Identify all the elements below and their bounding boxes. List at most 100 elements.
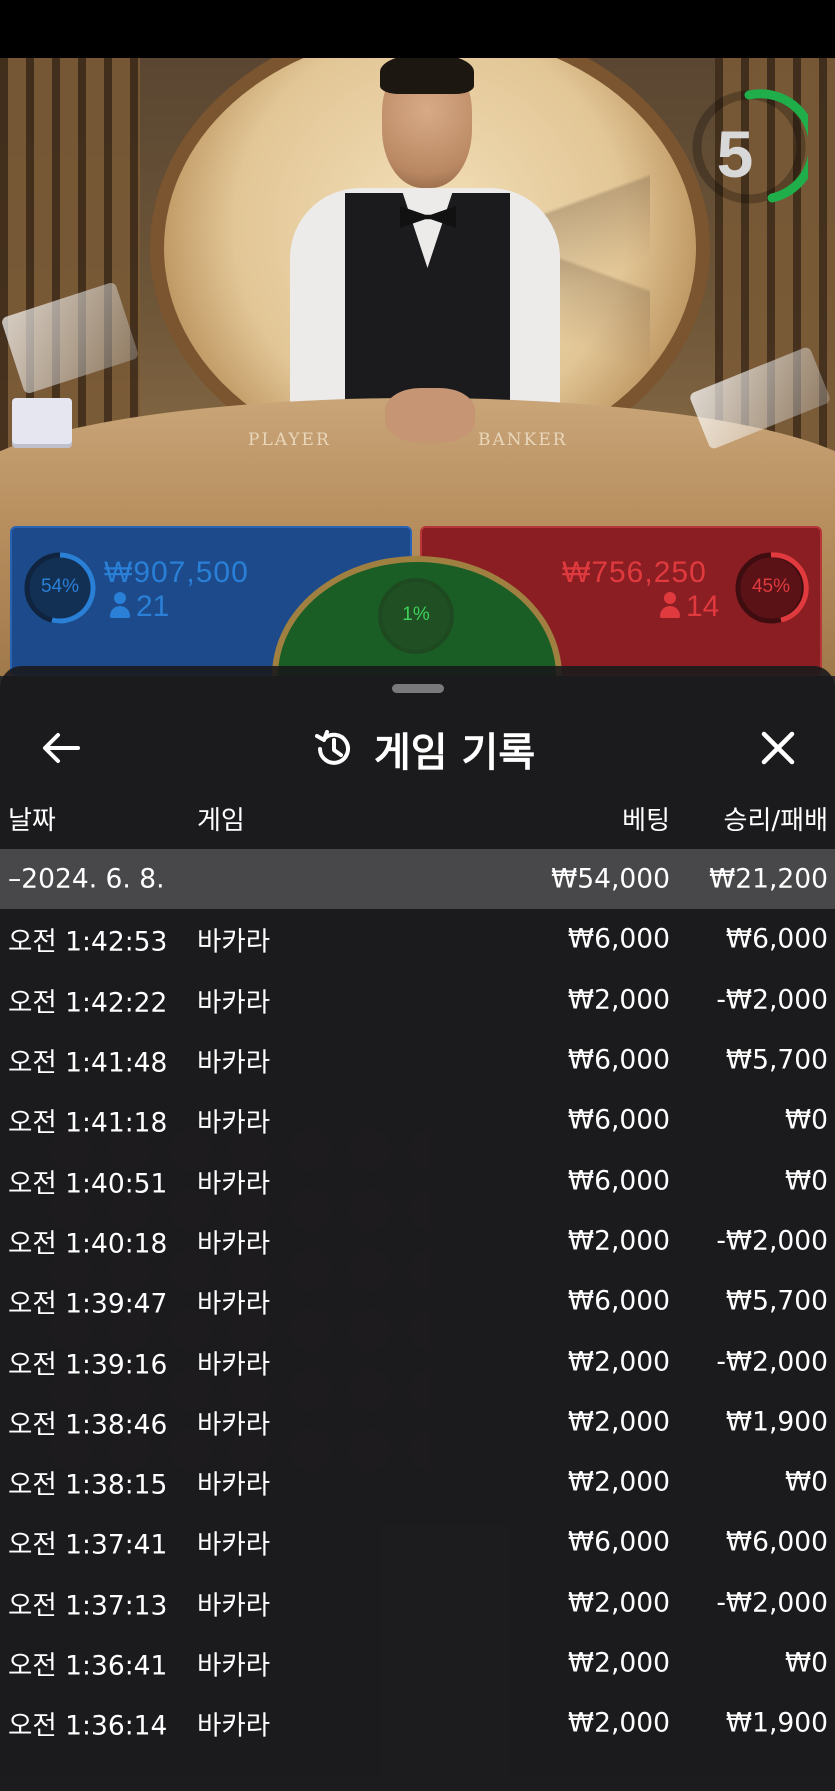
row-game: 바카라: [197, 926, 271, 958]
row-bet: ₩2,000: [567, 1707, 670, 1739]
row-bet: ₩2,000: [567, 1466, 670, 1498]
row-result: -₩2,000: [716, 1225, 828, 1257]
row-time: 오전 1:36:14: [8, 1710, 168, 1742]
banker-stake: ₩756,250: [562, 556, 707, 589]
row-bet: ₩2,000: [567, 1225, 670, 1257]
dealer-hair: [380, 58, 474, 94]
table-row[interactable]: 오전 1:39:47 바카라 ₩6,000 ₩5,700: [0, 1271, 835, 1331]
dealer-hands: [385, 388, 475, 443]
person-icon: [110, 592, 130, 618]
history-table: –2024. 6. 8. ₩54,000 ₩21,200 오전 1:42:53 …: [0, 849, 835, 1753]
summary-bet: ₩54,000: [551, 863, 670, 895]
table-row[interactable]: 오전 1:36:41 바카라 ₩2,000 ₩0: [0, 1633, 835, 1693]
table-row[interactable]: 오전 1:37:13 바카라 ₩2,000 -₩2,000: [0, 1573, 835, 1633]
row-time: 오전 1:40:51: [8, 1168, 168, 1200]
row-result: ₩6,000: [725, 1526, 828, 1558]
row-time: 오전 1:38:15: [8, 1469, 168, 1501]
countdown-number: 5: [716, 117, 754, 191]
row-result: ₩0: [784, 1647, 828, 1679]
person-icon: [660, 592, 680, 618]
player-bettor-count: 21: [110, 590, 169, 624]
row-game: 바카라: [197, 987, 271, 1019]
sheet-header: 게임 기록: [0, 706, 835, 792]
row-result: ₩5,700: [725, 1044, 828, 1076]
table-row[interactable]: 오전 1:38:46 바카라 ₩2,000 ₩1,900: [0, 1392, 835, 1452]
row-game: 바카라: [197, 1047, 271, 1079]
sheet-title: 게임 기록: [312, 724, 535, 776]
row-game: 바카라: [197, 1107, 271, 1139]
column-header-bet: 베팅: [622, 806, 670, 836]
history-icon: [315, 730, 350, 765]
sheet-drag-handle[interactable]: [392, 684, 444, 693]
summary-date: –2024. 6. 8.: [8, 863, 165, 895]
table-row[interactable]: 오전 1:42:22 바카라 ₩2,000 -₩2,000: [0, 970, 835, 1030]
row-game: 바카라: [197, 1228, 271, 1260]
player-count-value: 21: [136, 590, 170, 623]
row-time: 오전 1:42:53: [8, 926, 168, 958]
row-result: ₩0: [784, 1466, 828, 1498]
row-game: 바카라: [197, 1469, 271, 1501]
row-game: 바카라: [197, 1349, 271, 1381]
banker-bettor-count: 14: [660, 590, 719, 624]
banker-count-value: 14: [686, 590, 720, 623]
column-header-result: 승리/패배: [723, 806, 828, 836]
table-row[interactable]: 오전 1:39:16 바카라 ₩2,000 -₩2,000: [0, 1331, 835, 1391]
row-time: 오전 1:39:47: [8, 1288, 168, 1320]
column-header-game: 게임: [197, 806, 245, 836]
table-row[interactable]: 오전 1:37:41 바카라 ₩6,000 ₩6,000: [0, 1512, 835, 1572]
back-arrow-icon[interactable]: [34, 720, 90, 776]
row-game: 바카라: [197, 1409, 271, 1441]
table-row[interactable]: 오전 1:38:15 바카라 ₩2,000 ₩0: [0, 1452, 835, 1512]
row-time: 오전 1:42:22: [8, 987, 168, 1019]
row-time: 오전 1:39:16: [8, 1349, 168, 1381]
table-row[interactable]: 오전 1:40:51 바카라 ₩6,000 ₩0: [0, 1150, 835, 1210]
table-row[interactable]: 오전 1:42:53 바카라 ₩6,000 ₩6,000: [0, 909, 835, 969]
column-header-date: 날짜: [8, 806, 56, 836]
row-result: ₩1,900: [725, 1707, 828, 1739]
row-result: -₩2,000: [716, 1346, 828, 1378]
game-history-sheet: 게임 기록 날짜 게임 베팅 승리/패배 –2024. 6. 8. ₩54,00…: [0, 666, 835, 1791]
row-game: 바카라: [197, 1168, 271, 1200]
row-bet: ₩6,000: [567, 1044, 670, 1076]
row-bet: ₩6,000: [567, 923, 670, 955]
row-bet: ₩2,000: [567, 1406, 670, 1438]
table-row[interactable]: 오전 1:36:14 바카라 ₩2,000 ₩1,900: [0, 1693, 835, 1753]
table-row[interactable]: 오전 1:40:18 바카라 ₩2,000 -₩2,000: [0, 1211, 835, 1271]
row-bet: ₩2,000: [567, 984, 670, 1016]
row-time: 오전 1:40:18: [8, 1228, 168, 1260]
row-result: ₩0: [784, 1104, 828, 1136]
banker-percent: 45%: [751, 576, 791, 597]
row-bet: ₩6,000: [567, 1285, 670, 1317]
row-result: ₩1,900: [725, 1406, 828, 1438]
card-stack: [12, 398, 72, 444]
row-time: 오전 1:37:13: [8, 1590, 168, 1622]
row-result: ₩6,000: [725, 923, 828, 955]
row-time: 오전 1:37:41: [8, 1529, 168, 1561]
top-bar: [0, 0, 835, 58]
row-game: 바카라: [197, 1590, 271, 1622]
player-stake: ₩907,500: [104, 556, 249, 589]
row-result: ₩5,700: [725, 1285, 828, 1317]
row-time: 오전 1:38:46: [8, 1409, 168, 1441]
row-bet: ₩2,000: [567, 1647, 670, 1679]
row-time: 오전 1:41:18: [8, 1107, 168, 1139]
row-bet: ₩6,000: [567, 1165, 670, 1197]
row-game: 바카라: [197, 1710, 271, 1742]
table-label-player: PLAYER: [248, 430, 331, 450]
row-time: 오전 1:36:41: [8, 1650, 168, 1682]
row-bet: ₩2,000: [567, 1587, 670, 1619]
summary-result: ₩21,200: [709, 863, 828, 895]
row-bet: ₩6,000: [567, 1104, 670, 1136]
row-bet: ₩2,000: [567, 1346, 670, 1378]
table-label-banker: BANKER: [478, 430, 568, 450]
row-game: 바카라: [197, 1529, 271, 1561]
row-result: -₩2,000: [716, 984, 828, 1016]
sheet-title-text: 게임 기록: [374, 730, 536, 776]
date-summary-row[interactable]: –2024. 6. 8. ₩54,000 ₩21,200: [0, 849, 835, 910]
close-icon[interactable]: [750, 720, 806, 776]
table-row[interactable]: 오전 1:41:48 바카라 ₩6,000 ₩5,700: [0, 1030, 835, 1090]
table-row[interactable]: 오전 1:41:18 바카라 ₩6,000 ₩0: [0, 1090, 835, 1150]
row-result: -₩2,000: [716, 1587, 828, 1619]
row-time: 오전 1:41:48: [8, 1047, 168, 1079]
row-game: 바카라: [197, 1650, 271, 1682]
